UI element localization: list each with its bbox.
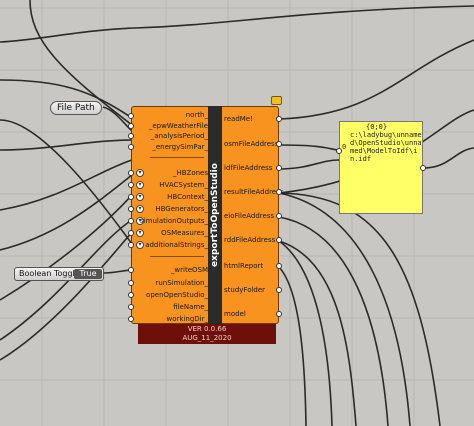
- version-date: AUG_11_2020: [182, 334, 232, 342]
- input-port[interactable]: [128, 230, 134, 236]
- input-energy-sim-par[interactable]: _energySimPar_: [140, 143, 208, 151]
- input-port[interactable]: [128, 316, 134, 322]
- output-eio-file-address[interactable]: eioFileAddress: [224, 212, 284, 220]
- input-hb-context[interactable]: HBContext_: [140, 193, 208, 201]
- input-port[interactable]: [128, 194, 134, 200]
- boolean-toggle[interactable]: Boolean Toggle True: [14, 267, 104, 281]
- output-html-report[interactable]: htmlReport: [224, 262, 284, 270]
- input-hb-zones[interactable]: _HBZones: [140, 169, 208, 177]
- panel-content: c:\ladybug\unnamed\OpenStudio\unnamed\Mo…: [350, 131, 422, 163]
- input-open-openstudio[interactable]: openOpenStudio_: [140, 291, 208, 299]
- output-idf-file-address[interactable]: idfFileAddress: [224, 164, 284, 172]
- input-port[interactable]: [128, 113, 134, 119]
- input-working-dir[interactable]: workingDir_: [140, 315, 208, 323]
- boolean-toggle-label: Boolean Toggle: [19, 269, 80, 278]
- input-file-name[interactable]: fileName_: [140, 303, 208, 311]
- message-bubble-icon[interactable]: [271, 96, 282, 105]
- output-panel[interactable]: {0;0} 0 c:\ladybug\unnamed\OpenStudio\un…: [339, 121, 423, 214]
- output-port[interactable]: [276, 116, 282, 122]
- input-port[interactable]: [128, 304, 134, 310]
- output-rdd-file-address[interactable]: rddFileAddress: [224, 236, 284, 244]
- input-port[interactable]: [128, 123, 134, 129]
- version-strip: VER 0.0.66 AUG_11_2020: [138, 324, 276, 344]
- file-path-param[interactable]: File Path: [50, 101, 102, 115]
- component-name: exportToOpenStudio: [208, 106, 222, 324]
- panel-row-index: 0: [342, 143, 347, 151]
- output-result-file-address[interactable]: resultFileAddress: [224, 188, 284, 196]
- input-port[interactable]: [128, 144, 134, 150]
- input-port[interactable]: [128, 280, 134, 286]
- input-os-measures[interactable]: OSMeasures_: [140, 229, 208, 237]
- input-port[interactable]: [128, 218, 134, 224]
- input-port[interactable]: [128, 133, 134, 139]
- output-port[interactable]: [276, 213, 282, 219]
- input-north[interactable]: north_: [140, 111, 208, 119]
- input-write-osm[interactable]: _writeOSM: [140, 266, 208, 274]
- input-separator: [150, 157, 204, 158]
- output-model[interactable]: model: [224, 310, 284, 318]
- input-simulation-outputs[interactable]: simulationOutputs_: [140, 217, 208, 225]
- input-run-simulation[interactable]: runSimulation_: [140, 279, 208, 287]
- input-separator: [150, 256, 204, 257]
- output-port[interactable]: [276, 237, 282, 243]
- input-port[interactable]: [128, 206, 134, 212]
- input-port[interactable]: [128, 292, 134, 298]
- output-port[interactable]: [276, 263, 282, 269]
- panel-input-port[interactable]: [336, 148, 342, 154]
- input-port[interactable]: [128, 182, 134, 188]
- version-text: VER 0.0.66: [187, 325, 227, 333]
- input-hvac-system[interactable]: HVACSystem_: [140, 181, 208, 189]
- output-osm-file-address[interactable]: osmFileAddress: [224, 140, 284, 148]
- output-port[interactable]: [276, 141, 282, 147]
- output-port[interactable]: [276, 287, 282, 293]
- output-port[interactable]: [276, 189, 282, 195]
- input-additional-strings[interactable]: additionalStrings_: [140, 241, 208, 249]
- file-path-label: File Path: [57, 103, 95, 113]
- output-port[interactable]: [276, 165, 282, 171]
- output-study-folder[interactable]: studyFolder: [224, 286, 284, 294]
- input-hb-generators[interactable]: HBGenerators_: [140, 205, 208, 213]
- boolean-toggle-value[interactable]: True: [74, 269, 102, 279]
- input-port[interactable]: [128, 170, 134, 176]
- input-port[interactable]: [128, 267, 134, 273]
- panel-path-index: {0;0}: [366, 123, 388, 131]
- panel-output-port[interactable]: [420, 165, 426, 171]
- output-readme[interactable]: readMe!: [224, 115, 284, 123]
- output-port[interactable]: [276, 311, 282, 317]
- input-epw-weather-file[interactable]: _epwWeatherFile: [140, 122, 208, 130]
- input-port[interactable]: [128, 242, 134, 248]
- component-name-text: exportToOpenStudio: [210, 163, 221, 267]
- input-analysis-period[interactable]: _analysisPeriod_: [140, 132, 208, 140]
